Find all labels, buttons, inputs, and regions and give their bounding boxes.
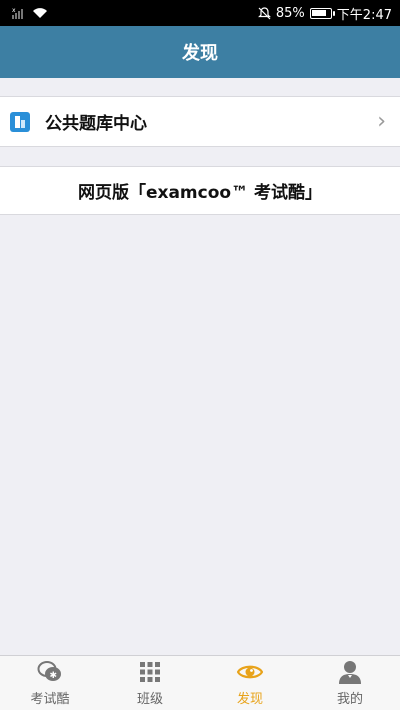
status-left: x	[12, 7, 48, 19]
tab-discover[interactable]: 发现	[200, 656, 300, 710]
eye-icon	[237, 665, 263, 679]
web-version-label: 网页版「examcoo™ 考试酷」	[77, 183, 323, 203]
nav-bar: 发现	[0, 26, 400, 78]
tab-label: 考试酷	[30, 692, 70, 707]
question-bank-icon	[10, 111, 30, 132]
svg-text:✱: ✱	[50, 671, 58, 681]
chevron-right-icon: ›	[377, 109, 386, 134]
chat-bubbles-icon: ✱	[37, 661, 61, 681]
clock: 下午2:47	[336, 7, 392, 23]
tab-label: 发现	[236, 692, 263, 707]
wifi-icon	[33, 8, 47, 18]
battery-icon	[309, 7, 335, 19]
tab-mine[interactable]: 我的	[300, 656, 400, 710]
battery-percent: 85%	[275, 5, 305, 21]
tab-label: 我的	[336, 692, 363, 707]
web-version-cell[interactable]: 网页版「examcoo™ 考试酷」	[0, 166, 400, 215]
svg-text:x: x	[12, 7, 16, 14]
question-bank-cell[interactable]: 公共题库中心 ›	[0, 96, 400, 147]
tab-label: 班级	[136, 692, 163, 707]
signal-icon: x	[12, 7, 23, 19]
page-title: 发现	[182, 43, 218, 64]
tab-bar: ✱ 考试酷 班级 发现 我的	[0, 655, 400, 710]
tab-examcoo[interactable]: ✱ 考试酷	[0, 656, 100, 710]
status-bar: x 85% 下午2:47	[0, 0, 400, 26]
grid-icon	[140, 662, 160, 682]
battery-fill	[311, 9, 326, 16]
tab-class[interactable]: 班级	[100, 656, 200, 710]
mute-bell-icon	[257, 6, 271, 19]
question-bank-label: 公共题库中心	[45, 114, 147, 134]
person-icon	[339, 661, 361, 684]
status-right: 85% 下午2:47	[257, 4, 392, 23]
